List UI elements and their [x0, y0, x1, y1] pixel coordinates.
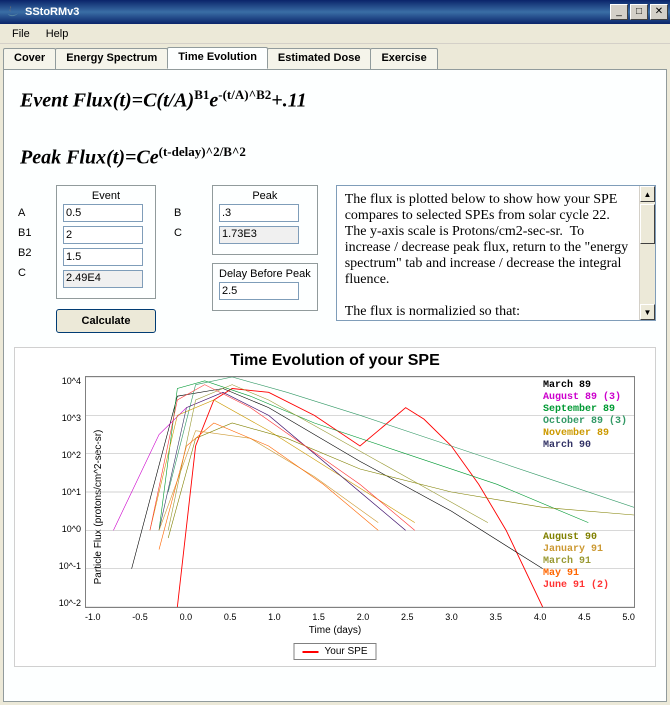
input-b-peak[interactable] [219, 204, 299, 222]
xtick: 3.5 [490, 612, 503, 622]
tabstrip: Cover Energy Spectrum Time Evolution Est… [3, 47, 667, 69]
xtick: 4.5 [578, 612, 591, 622]
input-a[interactable] [63, 204, 143, 222]
legend-swatch [303, 651, 319, 653]
menu-file[interactable]: File [4, 26, 38, 42]
tab-panel: Event Flux(t)=C(t/A)B1e-(t/A)^B2+.11 Pea… [3, 69, 667, 702]
ytick: 10^-2 [45, 598, 81, 608]
event-group-title: Event [63, 190, 149, 204]
ytick: 10^3 [45, 413, 81, 423]
label-c-peak: C [174, 227, 194, 239]
minimize-button[interactable]: _ [610, 4, 628, 20]
peak-group-title: Peak [219, 190, 311, 204]
label-b1: B1 [18, 227, 38, 239]
tab-time-evolution[interactable]: Time Evolution [167, 47, 268, 69]
chart-yticks: 10^4 10^3 10^2 10^1 10^0 10^-1 10^-2 [45, 376, 81, 608]
ytick: 10^1 [45, 487, 81, 497]
xtick: 1.0 [268, 612, 281, 622]
menubar: File Help [0, 24, 670, 44]
xtick: 2.5 [401, 612, 414, 622]
legend-label: Your SPE [325, 646, 368, 657]
maximize-button[interactable]: □ [630, 4, 648, 20]
label-c: C [18, 267, 38, 279]
label-b2: B2 [18, 247, 38, 259]
xtick: 0.5 [224, 612, 237, 622]
chart-title: Time Evolution of your SPE [15, 348, 655, 370]
xtick: 1.5 [312, 612, 325, 622]
calculate-button[interactable]: Calculate [56, 309, 156, 333]
ytick: 10^0 [45, 524, 81, 534]
info-text: The flux is plotted below to show how yo… [345, 192, 647, 320]
chart-legend-names: March 89August 89 (3)September 89October… [543, 380, 627, 592]
formula-block: Event Flux(t)=C(t/A)B1e-(t/A)^B2+.11 Pea… [20, 86, 650, 171]
info-textbox: The flux is plotted below to show how yo… [336, 185, 656, 321]
peak-group: Peak 1.73E3 [212, 185, 318, 255]
window-title: SStoRMv3 [25, 6, 610, 18]
xtick: 3.0 [445, 612, 458, 622]
chart-legend: Your SPE [294, 643, 377, 660]
xtick: -1.0 [85, 612, 101, 622]
xtick: -0.5 [132, 612, 148, 622]
readonly-c-event: 2.49E4 [63, 270, 143, 288]
xtick: 4.0 [534, 612, 547, 622]
event-labels: A B1 B2 C [18, 185, 38, 279]
xtick: 5.0 [622, 612, 635, 622]
tab-cover[interactable]: Cover [3, 48, 56, 70]
formula-peak: Peak Flux(t)=Ce [20, 146, 159, 168]
ytick: 10^4 [45, 376, 81, 386]
scroll-down-icon[interactable]: ▼ [640, 304, 655, 320]
input-b2[interactable] [63, 248, 143, 266]
window-titlebar: SStoRMv3 _ □ ✕ [0, 0, 670, 24]
xtick: 2.0 [357, 612, 370, 622]
label-a: A [18, 207, 38, 219]
close-button[interactable]: ✕ [650, 4, 668, 20]
formula-event-mid: e [209, 90, 218, 112]
xtick: 0.0 [180, 612, 193, 622]
input-b1[interactable] [63, 226, 143, 244]
formula-event-sup2: -(t/A)^B2 [218, 87, 271, 102]
info-scrollbar[interactable]: ▲ ▼ [639, 186, 655, 320]
tab-exercise[interactable]: Exercise [370, 48, 437, 70]
peak-labels: B C [174, 185, 194, 239]
formula-peak-sup: (t-delay)^2/B^2 [159, 144, 246, 159]
label-b: B [174, 207, 194, 219]
chart-area: Time Evolution of your SPE Particle Flux… [14, 347, 656, 667]
formula-event-tail: +.11 [271, 90, 306, 112]
delay-group: Delay Before Peak [212, 263, 318, 311]
formula-event-sup1: B1 [194, 87, 209, 102]
menu-help[interactable]: Help [38, 26, 77, 42]
params-row: A B1 B2 C Event 2.49E4 Calculate B C [18, 185, 656, 333]
tab-energy-spectrum[interactable]: Energy Spectrum [55, 48, 168, 70]
readonly-c-peak: 1.73E3 [219, 226, 299, 244]
java-icon [5, 4, 21, 20]
ytick: 10^2 [45, 450, 81, 460]
delay-group-title: Delay Before Peak [219, 268, 311, 282]
scroll-thumb[interactable] [640, 204, 655, 244]
input-delay[interactable] [219, 282, 299, 300]
chart-xticks: -1.0 -0.5 0.0 0.5 1.0 1.5 2.0 2.5 3.0 3.… [85, 612, 635, 622]
formula-event: Event Flux(t)=C(t/A) [20, 90, 194, 112]
chart-xlabel: Time (days) [309, 625, 361, 636]
event-group: Event 2.49E4 [56, 185, 156, 299]
tab-estimated-dose[interactable]: Estimated Dose [267, 48, 372, 70]
ytick: 10^-1 [45, 561, 81, 571]
scroll-up-icon[interactable]: ▲ [640, 186, 655, 202]
